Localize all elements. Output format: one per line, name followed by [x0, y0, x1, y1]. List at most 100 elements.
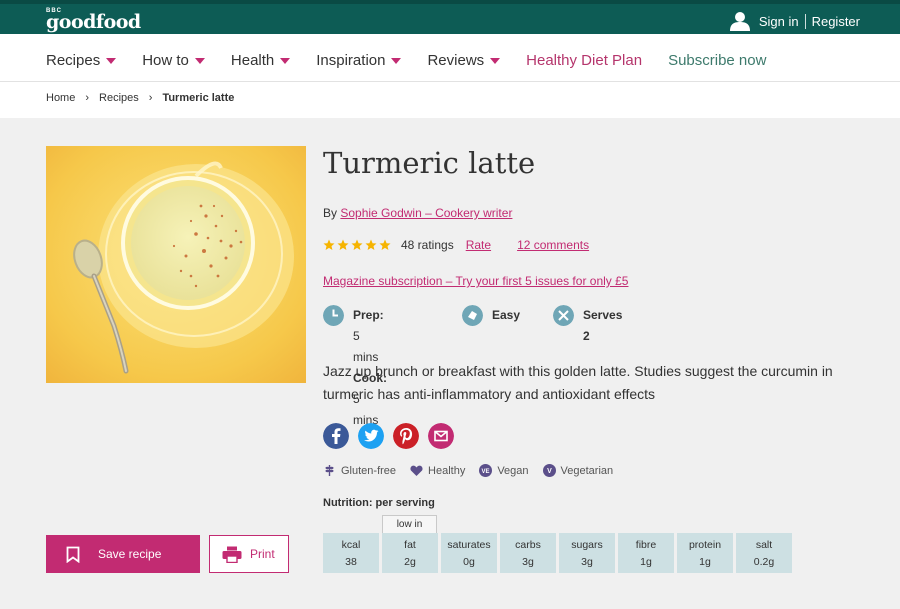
caret-down-icon [391, 58, 402, 64]
print-label: Print [250, 547, 275, 561]
breadcrumb-current: Turmeric latte [162, 92, 235, 104]
save-recipe-button[interactable]: Save recipe [46, 535, 200, 573]
magazine-subscription-link[interactable]: Magazine subscription – Try your first 5… [323, 274, 628, 288]
star-icon [351, 239, 363, 250]
nutrition-table: kcal 38 fat 2g saturates 0g carbs 3g sugars 3g fib… [323, 533, 795, 573]
wheat-icon [325, 465, 334, 476]
tag-gluten-free[interactable]: Gluten-free [323, 464, 396, 477]
difficulty-value: Easy [492, 308, 521, 322]
facebook-icon[interactable] [323, 423, 349, 449]
nutrition-cell-salt: salt 0.2g [736, 533, 792, 573]
prep-value: 5 mins [353, 329, 379, 364]
nav-label: Recipes [46, 52, 101, 69]
pinterest-icon[interactable] [393, 423, 419, 449]
recipe-title: Turmeric latte [323, 146, 536, 180]
nav-label: Subscribe now [668, 52, 767, 69]
tag-label: Vegetarian [560, 464, 614, 477]
comments-link[interactable]: 12 comments [517, 238, 589, 252]
nutrient-value: 38 [345, 556, 357, 568]
nav-reviews[interactable]: Reviews [427, 52, 501, 69]
nav-healthy-diet-plan[interactable]: Healthy Diet Plan [526, 52, 642, 69]
nutrition-cell-saturates: saturates 0g [441, 533, 497, 573]
nutrient-name: saturates [447, 539, 491, 551]
chef-hat-icon [462, 305, 483, 326]
printer-icon [222, 546, 242, 563]
star-icon [365, 239, 377, 250]
author-link[interactable]: Sophie Godwin – Cookery writer [340, 206, 512, 220]
caret-down-icon [106, 58, 117, 64]
ratings-count: 48 ratings [401, 238, 454, 252]
by-prefix: By [323, 206, 338, 220]
clock-icon [323, 305, 344, 326]
tag-vegetarian[interactable]: V Vegetarian [542, 464, 614, 477]
nav-label: How to [142, 52, 189, 69]
nutrient-value: 0.2g [753, 556, 775, 568]
vegan-badge-text: VE [482, 469, 490, 475]
nav-label: Health [230, 52, 275, 69]
heart-icon [410, 465, 423, 476]
email-icon[interactable] [428, 423, 454, 449]
nutrition-cell-carbs: carbs 3g [500, 533, 556, 573]
top-bar: BBC goodfood Sign in Register [0, 0, 900, 34]
tag-label: Gluten-free [341, 464, 397, 477]
vegetarian-badge-text: V [547, 468, 552, 475]
star-icon [379, 239, 391, 250]
user-icon[interactable] [729, 11, 751, 31]
sign-in-link[interactable]: Sign in [759, 14, 799, 29]
nutrition-cell-fat: fat 2g [382, 533, 438, 573]
nav-label: Healthy Diet Plan [526, 52, 643, 69]
twitter-icon[interactable] [358, 423, 384, 449]
byline: By Sophie Godwin – Cookery writer [323, 206, 512, 220]
star-rating [323, 239, 393, 251]
dietary-tags: Gluten-free Healthy VE Vegan V Vegetaria… [323, 464, 627, 477]
nav-recipes[interactable]: Recipes [46, 52, 117, 69]
nutrient-name: kcal [341, 539, 361, 551]
save-recipe-label: Save recipe [98, 547, 162, 561]
breadcrumb: Home › Recipes › Turmeric latte [0, 82, 900, 118]
caret-down-icon [194, 58, 205, 64]
prep-label: Prep: [353, 308, 384, 322]
nutrient-value: 0g [463, 556, 475, 568]
main-nav: Recipes How to Health Inspiration Reviews Hea… [0, 34, 900, 82]
nutrient-name: fibre [635, 539, 657, 551]
nutrient-value: 3g [581, 556, 593, 568]
account-links: Sign in Register [729, 11, 860, 31]
nav-inspiration[interactable]: Inspiration [316, 52, 402, 69]
nav-subscribe-now[interactable]: Subscribe now [668, 52, 766, 69]
recipe-description: Jazz up brunch or breakfast with this go… [323, 363, 833, 402]
nutrient-name: salt [755, 539, 773, 551]
serves-value: Serves 2 [583, 308, 623, 343]
rating-row: 48 ratings Rate 12 comments [323, 238, 615, 252]
nutrient-name: sugars [571, 539, 603, 551]
nutrient-value: 2g [404, 556, 416, 568]
caret-down-icon [280, 58, 291, 64]
nav-label: Reviews [427, 52, 485, 69]
bookmark-icon [66, 546, 80, 563]
logo-text: goodfood [46, 11, 141, 33]
vegetarian-badge-icon: V [542, 464, 556, 477]
nutrient-name: fat [404, 539, 416, 551]
breadcrumb-recipes[interactable]: Recipes [99, 92, 139, 104]
tag-healthy[interactable]: Healthy [410, 464, 465, 477]
rate-link[interactable]: Rate [466, 238, 491, 252]
nutrient-value: 1g [699, 556, 711, 568]
tag-vegan[interactable]: VE Vegan [479, 464, 529, 477]
low-in-badge: low in [382, 515, 437, 533]
star-icon [323, 239, 335, 250]
vegan-badge-icon: VE [479, 464, 493, 477]
nutrition-cell-protein: protein 1g [677, 533, 733, 573]
breadcrumb-home[interactable]: Home [46, 92, 75, 104]
chevron-right-icon: › [148, 92, 153, 104]
servings: Serves 2 [553, 305, 622, 347]
nav-how-to[interactable]: How to [142, 52, 205, 69]
cutlery-icon [553, 305, 574, 326]
nav-health[interactable]: Health [230, 52, 291, 69]
register-link[interactable]: Register [812, 14, 860, 29]
star-icon [337, 239, 349, 250]
print-button[interactable]: Print [209, 535, 289, 573]
nutrient-name: carbs [515, 539, 541, 551]
caret-down-icon [490, 58, 501, 64]
nutrient-name: protein [688, 539, 722, 551]
share-buttons [323, 423, 463, 449]
nav-label: Inspiration [316, 52, 386, 69]
